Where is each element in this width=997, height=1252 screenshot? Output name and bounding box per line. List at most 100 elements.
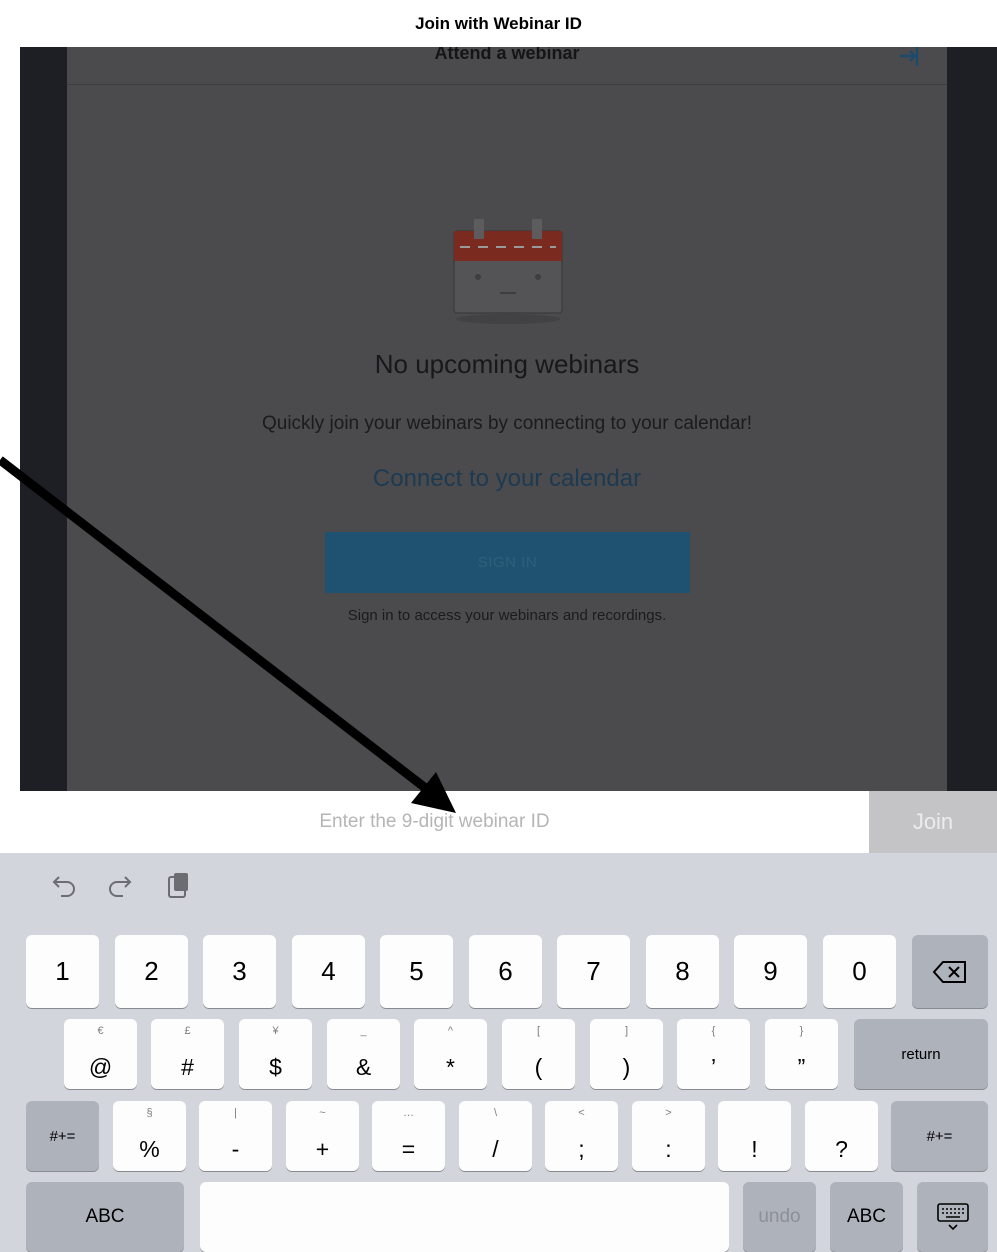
return-key-label: return — [901, 1045, 941, 1063]
key-row2-4[interactable]: ^ * — [414, 1019, 487, 1089]
key-6-label: 6 — [498, 956, 513, 986]
shift-symbols-key-right-label: #+= — [926, 1127, 953, 1145]
key-3[interactable]: 3 — [203, 935, 276, 1008]
key-row2-0[interactable]: € @ — [64, 1019, 137, 1089]
key-row3-6-main-label: : — [665, 1136, 672, 1162]
undo-key[interactable]: undo — [743, 1182, 816, 1252]
key-row2-5-main-label: ( — [534, 1054, 543, 1080]
key-row3-2-alt-label: ~ — [319, 1107, 326, 1119]
key-1[interactable]: 1 — [26, 935, 99, 1008]
backspace-icon — [932, 960, 966, 983]
key-row3-1-alt-label: | — [234, 1107, 237, 1119]
key-row2-7-main-label: ’ — [710, 1054, 717, 1080]
shift-symbols-key-left[interactable]: #+= — [26, 1101, 99, 1171]
undo-icon[interactable] — [50, 871, 78, 899]
key-row2-1[interactable]: £ # — [151, 1019, 224, 1089]
key-row3-3[interactable]: … = — [372, 1101, 445, 1171]
connect-calendar-link[interactable]: Connect to your calendar — [67, 465, 947, 493]
key-row2-8-alt-label: } — [799, 1025, 804, 1037]
key-row3-7-main-label: ! — [751, 1136, 758, 1162]
key-row2-2-main-label: $ — [269, 1054, 282, 1080]
key-row2-2[interactable]: ¥ $ — [239, 1019, 312, 1089]
key-9[interactable]: 9 — [734, 935, 807, 1008]
key-row3-8[interactable]: ? — [805, 1101, 878, 1171]
key-8[interactable]: 8 — [646, 935, 719, 1008]
sign-in-icon[interactable] — [897, 47, 923, 69]
key-5[interactable]: 5 — [380, 935, 453, 1008]
key-row3-5[interactable]: <; — [545, 1101, 618, 1171]
keyboard: 1 2 3 4 5 6 7 8 9 0 € @ £ # ¥ $ _ & ^ *[(]){’}” return #+= §% |… — [0, 853, 997, 1252]
key-row3-4-alt-label: \ — [493, 1107, 498, 1119]
key-5-label: 5 — [409, 956, 424, 986]
key-row3-2[interactable]: ~ + — [286, 1101, 359, 1171]
key-row3-5-main-label: ; — [578, 1136, 585, 1162]
key-2-label: 2 — [144, 956, 159, 986]
caption-title: Join with Webinar ID — [0, 0, 997, 47]
key-row3-4-main-label: / — [492, 1136, 499, 1162]
key-row3-2-main-label: + — [315, 1136, 330, 1162]
key-0-label: 0 — [852, 956, 867, 986]
key-7-label: 7 — [586, 956, 601, 986]
abc-key-right[interactable]: ABC — [830, 1182, 903, 1252]
nav-bar: Attend a webinar — [67, 47, 947, 85]
key-row2-6-main-label: ) — [622, 1054, 631, 1080]
key-row2-5-alt-label: [ — [536, 1025, 541, 1037]
key-row2-0-alt-label: € — [97, 1025, 104, 1037]
key-row2-1-alt-label: £ — [184, 1025, 191, 1037]
key-8-label: 8 — [675, 956, 690, 986]
key-row3-0[interactable]: §% — [113, 1101, 186, 1171]
empty-headline: No upcoming webinars — [374, 349, 640, 379]
paste-icon[interactable] — [165, 871, 193, 899]
key-row3-0-main-label: % — [139, 1136, 160, 1162]
key-row2-3-alt-label: _ — [360, 1025, 367, 1037]
key-row2-2-alt-label: ¥ — [272, 1025, 279, 1037]
key-row3-3-main-label: = — [401, 1136, 416, 1162]
key-row2-7-alt-label: { — [711, 1025, 716, 1037]
key-6[interactable]: 6 — [469, 935, 542, 1008]
key-row2-8[interactable]: }” — [765, 1019, 838, 1089]
key-row3-1[interactable]: | - — [199, 1101, 272, 1171]
shift-symbols-key-left-label: #+= — [49, 1127, 76, 1145]
webinar-id-bar: Join — [0, 791, 997, 853]
key-row3-7[interactable]: ! — [718, 1101, 791, 1171]
shift-symbols-key-right[interactable]: #+= — [891, 1101, 988, 1171]
key-row2-6[interactable]: ]) — [590, 1019, 663, 1089]
calendar-icon — [453, 219, 563, 324]
abc-key-right-label: ABC — [846, 1206, 887, 1227]
key-7[interactable]: 7 — [557, 935, 630, 1008]
key-row3-8-main-label: ? — [835, 1136, 848, 1162]
key-row3-4[interactable]: \ / — [459, 1101, 532, 1171]
join-button[interactable]: Join — [869, 791, 997, 853]
key-row2-7[interactable]: {’ — [677, 1019, 750, 1089]
abc-key-left[interactable]: ABC — [26, 1182, 184, 1252]
key-row3-5-alt-label: < — [578, 1107, 585, 1119]
redo-icon[interactable] — [106, 871, 134, 899]
empty-subtitle: Quickly join your webinars by connecting… — [261, 413, 753, 434]
abc-key-left-label: ABC — [85, 1206, 125, 1227]
key-9-label: 9 — [763, 956, 778, 986]
key-row3-6[interactable]: >: — [632, 1101, 705, 1171]
key-row2-6-alt-label: ] — [624, 1025, 629, 1037]
sign-in-note: Sign in to access your webinars and reco… — [347, 607, 667, 624]
dimmed-backdrop: Attend a webinar No upcoming webinars Qu… — [20, 47, 997, 791]
keyboard-hide-icon — [936, 1203, 969, 1231]
space-key[interactable] — [200, 1182, 729, 1252]
key-row2-4-alt-label: ^ — [447, 1025, 454, 1037]
delete-key[interactable] — [912, 935, 988, 1008]
key-4-label: 4 — [321, 956, 336, 986]
key-row2-1-main-label: # — [181, 1054, 194, 1080]
key-row3-3-alt-label: … — [403, 1107, 414, 1119]
key-2[interactable]: 2 — [115, 935, 188, 1008]
key-1-label: 1 — [55, 956, 70, 986]
key-row2-5[interactable]: [( — [502, 1019, 575, 1089]
sign-in-button[interactable]: SIGN IN — [325, 532, 690, 593]
key-row2-3[interactable]: _ & — [327, 1019, 400, 1089]
key-4[interactable]: 4 — [292, 935, 365, 1008]
key-row2-3-main-label: & — [355, 1054, 372, 1080]
return-key[interactable]: return — [854, 1019, 988, 1089]
undo-key-label: undo — [758, 1206, 801, 1227]
key-0[interactable]: 0 — [823, 935, 896, 1008]
nav-title: Attend a webinar — [434, 47, 580, 63]
webinar-id-input[interactable] — [0, 791, 869, 853]
keyboard-hide-key[interactable] — [917, 1182, 988, 1252]
